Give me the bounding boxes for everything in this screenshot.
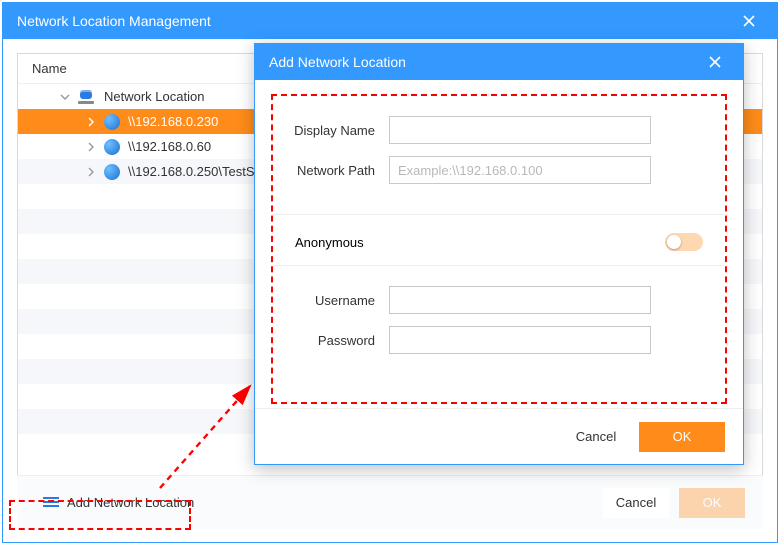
tree-node-label: \\192.168.0.230 bbox=[128, 114, 218, 129]
anonymous-row: Anonymous bbox=[255, 215, 743, 265]
cancel-button[interactable]: Cancel bbox=[603, 488, 669, 518]
chevron-right-icon[interactable] bbox=[84, 165, 98, 179]
chevron-right-icon[interactable] bbox=[84, 115, 98, 129]
anonymous-label: Anonymous bbox=[295, 235, 364, 250]
username-row: Username bbox=[273, 286, 725, 314]
close-icon[interactable] bbox=[735, 7, 763, 35]
anonymous-toggle[interactable] bbox=[665, 233, 703, 251]
main-titlebar: Network Location Management bbox=[3, 3, 777, 39]
username-label: Username bbox=[273, 293, 389, 308]
network-path-row: Network Path bbox=[273, 156, 725, 184]
tree-node-label: \\192.168.0.60 bbox=[128, 139, 211, 154]
add-network-location-link[interactable]: Add Network Location bbox=[35, 491, 202, 514]
globe-icon bbox=[104, 139, 120, 155]
globe-icon bbox=[104, 114, 120, 130]
modal-titlebar: Add Network Location bbox=[255, 44, 743, 80]
display-name-input[interactable] bbox=[389, 116, 651, 144]
network-path-label: Network Path bbox=[273, 163, 389, 178]
chevron-right-icon[interactable] bbox=[84, 140, 98, 154]
password-row: Password bbox=[273, 326, 725, 354]
password-input[interactable] bbox=[389, 326, 651, 354]
password-label: Password bbox=[273, 333, 389, 348]
display-name-label: Display Name bbox=[273, 123, 389, 138]
modal-footer: Cancel OK bbox=[255, 408, 743, 464]
modal-title: Add Network Location bbox=[269, 54, 406, 70]
network-path-input[interactable] bbox=[389, 156, 651, 184]
username-input[interactable] bbox=[389, 286, 651, 314]
list-icon bbox=[43, 497, 59, 509]
cancel-button[interactable]: Cancel bbox=[563, 422, 629, 452]
main-footer: Add Network Location Cancel OK bbox=[17, 475, 763, 529]
main-window-title: Network Location Management bbox=[17, 13, 211, 29]
chevron-down-icon[interactable] bbox=[58, 90, 72, 104]
tree-root-label: Network Location bbox=[104, 89, 204, 104]
close-icon[interactable] bbox=[701, 48, 729, 76]
network-icon bbox=[78, 90, 96, 104]
display-name-row: Display Name bbox=[273, 116, 725, 144]
globe-icon bbox=[104, 164, 120, 180]
ok-button[interactable]: OK bbox=[639, 422, 725, 452]
ok-button[interactable]: OK bbox=[679, 488, 745, 518]
add-location-modal: Add Network Location Display Name Networ… bbox=[254, 43, 744, 465]
add-link-label: Add Network Location bbox=[67, 495, 194, 510]
